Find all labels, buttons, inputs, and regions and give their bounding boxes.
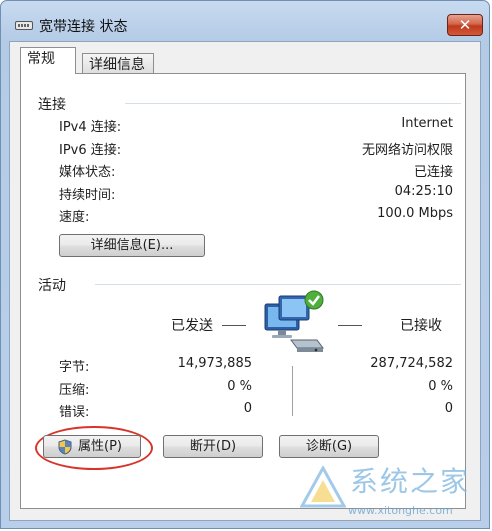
- errors-label: 错误:: [59, 405, 90, 420]
- ipv4-value: Internet: [401, 116, 453, 131]
- media-state-value: 已连接: [413, 165, 453, 180]
- ipv4-label: IPv4 连接:: [59, 120, 122, 135]
- activity-divider: [95, 284, 461, 285]
- shield-icon: [58, 439, 72, 455]
- duration-label: 持续时间:: [59, 188, 116, 203]
- connection-divider: [125, 103, 461, 104]
- close-button[interactable]: ✕: [447, 14, 483, 36]
- general-panel: 连接 IPv4 连接: Internet IPv6 连接: 无网络访问权限 媒体…: [20, 73, 466, 509]
- received-connector-line: [338, 325, 362, 326]
- tab-details[interactable]: 详细信息: [82, 53, 154, 75]
- tab-general[interactable]: 常规: [20, 47, 76, 74]
- tab-general-label: 常规: [27, 51, 55, 67]
- received-label: 已接收: [400, 318, 442, 334]
- sent-label: 已发送: [171, 318, 213, 334]
- dialog-client-area: 常规 详细信息 连接 IPv4 连接: Internet IPv6 连接: 无网…: [9, 41, 481, 521]
- details-button[interactable]: 详细信息(E)...: [59, 234, 205, 257]
- compression-label: 压缩:: [59, 383, 90, 398]
- tab-details-label: 详细信息: [89, 57, 145, 73]
- ipv6-label: IPv6 连接:: [59, 143, 122, 158]
- watermark: 系统之家 www.xitonghe.com: [300, 460, 490, 530]
- bytes-label: 字节:: [59, 360, 90, 375]
- ipv6-value: 无网络访问权限: [361, 143, 453, 158]
- status-window: 宽带连接 状态 ✕ 常规 详细信息 连接 IPv4 连接: Internet I…: [0, 0, 490, 529]
- compression-sent-value: 0 %: [227, 379, 252, 394]
- watermark-text: 系统之家: [350, 465, 471, 498]
- speed-value: 100.0 Mbps: [377, 206, 453, 221]
- close-icon: ✕: [458, 16, 472, 34]
- activity-separator: [292, 366, 293, 416]
- bytes-sent-value: 14,973,885: [177, 356, 252, 371]
- title-bar[interactable]: 宽带连接 状态 ✕: [1, 1, 489, 41]
- activity-section-label: 活动: [38, 278, 66, 294]
- properties-button[interactable]: 属性(P): [43, 435, 141, 458]
- disconnect-button[interactable]: 断开(D): [163, 435, 263, 458]
- window-title: 宽带连接 状态: [39, 19, 128, 35]
- connection-section-label: 连接: [38, 97, 66, 113]
- watermark-logo-icon: [300, 466, 346, 508]
- duration-value: 04:25:10: [394, 184, 453, 199]
- errors-received-value: 0: [444, 401, 453, 416]
- diagnose-button[interactable]: 诊断(G): [279, 435, 379, 458]
- compression-received-value: 0 %: [428, 379, 453, 394]
- media-state-label: 媒体状态:: [59, 165, 116, 180]
- speed-label: 速度:: [59, 210, 90, 225]
- sent-connector-line: [222, 325, 246, 326]
- errors-sent-value: 0: [243, 401, 252, 416]
- properties-button-label: 属性(P): [78, 439, 122, 454]
- watermark-url: www.xitonghe.com: [348, 504, 453, 517]
- network-computers-icon: [264, 290, 324, 352]
- bytes-received-value: 287,724,582: [370, 356, 453, 371]
- network-connection-icon: [15, 21, 33, 30]
